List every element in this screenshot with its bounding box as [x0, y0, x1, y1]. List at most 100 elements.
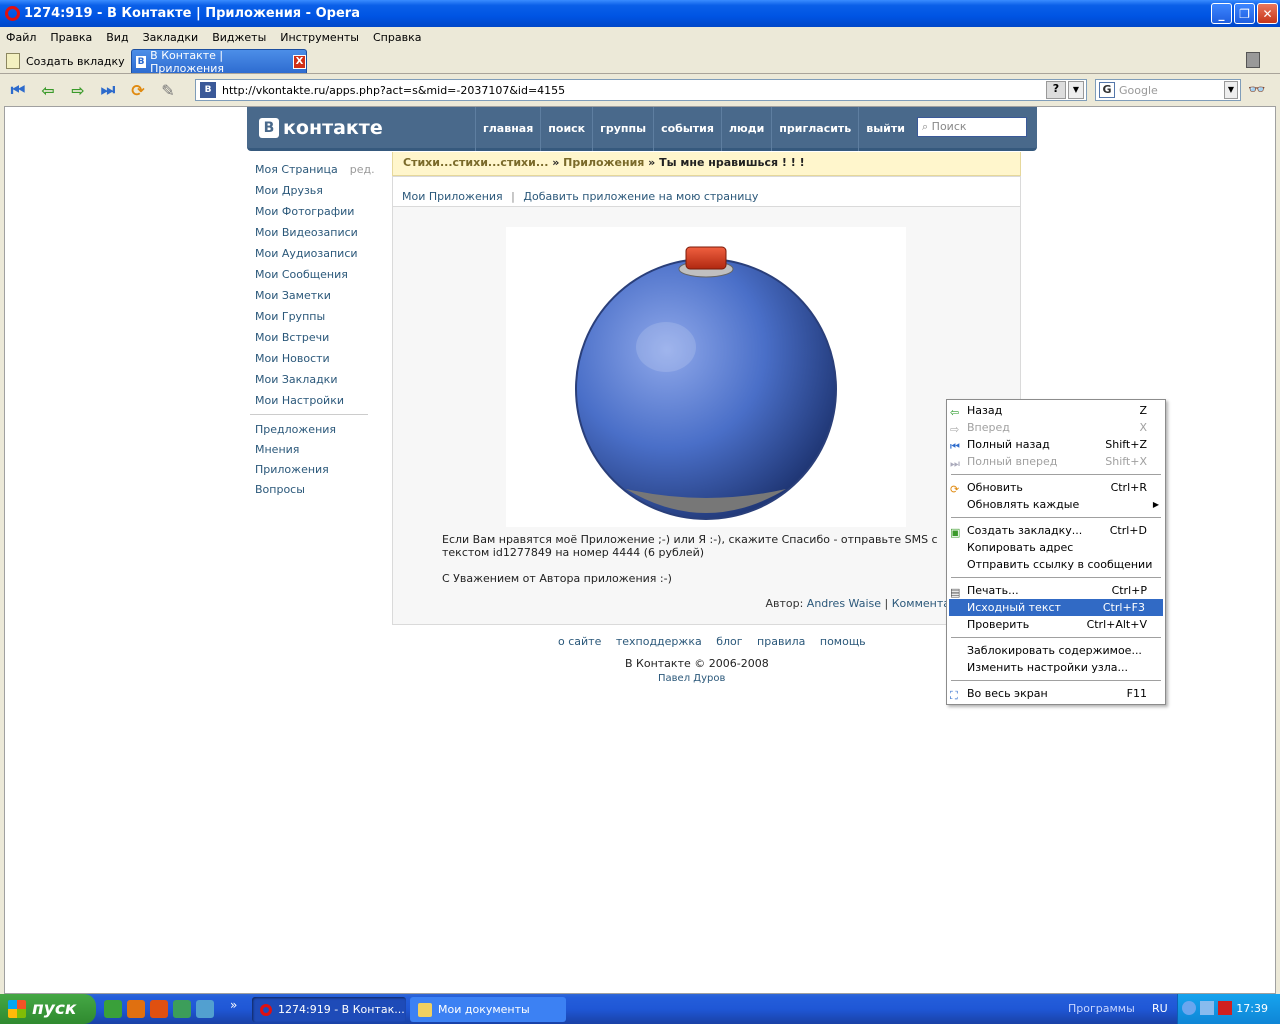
durov-link[interactable]: Павел Дуров	[658, 673, 725, 684]
menu-help[interactable]: Справка	[373, 31, 421, 44]
vk-logo[interactable]: В контакте	[259, 117, 383, 139]
footer-about[interactable]: о сайте	[558, 635, 601, 648]
ctx-rewind[interactable]: ⏮ Полный назад Shift+Z	[947, 436, 1165, 453]
left-menu-item[interactable]: Мои Аудиозаписи	[255, 246, 375, 267]
footer-support[interactable]: техподдержка	[616, 635, 702, 648]
reload-icon[interactable]: ⟳	[126, 78, 150, 102]
title-bar[interactable]: 1274:919 - В Контакте | Приложения - Ope…	[0, 0, 1280, 27]
ctx-reload-every[interactable]: Обновлять каждые ▶	[947, 496, 1165, 513]
ctx-back[interactable]: ⇦ Назад Z	[947, 402, 1165, 419]
left-menu-item[interactable]: Предложения	[255, 423, 375, 443]
add-app-link[interactable]: Добавить приложение на мою страницу	[523, 190, 758, 203]
menu-tools[interactable]: Инструменты	[280, 31, 359, 44]
menu-file[interactable]: Файл	[6, 31, 36, 44]
nav-invite[interactable]: пригласить	[771, 107, 858, 151]
left-menu-item[interactable]: Вопросы	[255, 483, 375, 503]
menu-view[interactable]: Вид	[106, 31, 128, 44]
quicklaunch-mail-icon[interactable]	[150, 1000, 168, 1018]
tab-close-icon[interactable]: X	[292, 54, 306, 69]
breadcrumb-user[interactable]: Стихи...стихи...стихи...	[403, 156, 548, 169]
menu-bookmarks[interactable]: Закладки	[143, 31, 199, 44]
left-menu-item[interactable]: Мои Настройки	[255, 393, 375, 414]
forward-icon[interactable]: ⇨	[66, 78, 90, 102]
left-menu-item[interactable]: Моя Страница ред.	[255, 162, 375, 183]
close-button[interactable]: ✕	[1257, 3, 1278, 24]
google-icon[interactable]: G	[1099, 82, 1115, 98]
taskbar-documents[interactable]: Мои документы	[410, 997, 566, 1022]
clock[interactable]: 17:39	[1236, 1002, 1268, 1015]
ctx-copy-address[interactable]: Копировать адрес	[947, 539, 1165, 556]
quicklaunch-chevron-icon[interactable]: »	[230, 998, 237, 1012]
zoom-glasses-icon[interactable]: 👓	[1248, 82, 1265, 98]
network-icon[interactable]	[1200, 1001, 1214, 1015]
new-tab-button[interactable]: Создать вкладку	[6, 49, 126, 73]
fast-forward-icon[interactable]: ⏭	[96, 78, 120, 102]
app-canvas[interactable]	[506, 227, 906, 527]
left-menu-item[interactable]: Мои Сообщения	[255, 267, 375, 288]
left-menu-item[interactable]: Мои Заметки	[255, 288, 375, 309]
ctx-print[interactable]: ▤ Печать... Ctrl+P	[947, 582, 1165, 599]
ctx-reload[interactable]: ⟳ Обновить Ctrl+R	[947, 479, 1165, 496]
edit-icon[interactable]: ✎	[156, 78, 180, 102]
menu-edit[interactable]: Правка	[50, 31, 92, 44]
taskbar-opera[interactable]: 1274:919 - В Контак...	[252, 997, 406, 1022]
nav-groups[interactable]: группы	[592, 107, 653, 151]
nav-logout[interactable]: выйти	[858, 107, 912, 151]
search-dropdown-icon[interactable]: ▼	[1224, 81, 1238, 99]
ball-image[interactable]	[506, 227, 906, 527]
comments-link[interactable]: Коммента	[892, 597, 950, 610]
url-text[interactable]: http://vkontakte.ru/apps.php?act=s&mid=-…	[222, 84, 565, 97]
left-menu-item[interactable]: Приложения	[255, 463, 375, 483]
address-dropdown-icon[interactable]: ▼	[1068, 81, 1084, 99]
ctx-block-content[interactable]: Заблокировать содержимое...	[947, 642, 1165, 659]
left-menu-item[interactable]: Мои Фотографии	[255, 204, 375, 225]
quicklaunch-app-icon[interactable]	[196, 1000, 214, 1018]
nav-home[interactable]: главная	[475, 107, 540, 151]
ctx-site-prefs[interactable]: Изменить настройки узла...	[947, 659, 1165, 676]
quicklaunch-app-icon[interactable]	[127, 1000, 145, 1018]
tray-expand-icon[interactable]	[1182, 1001, 1196, 1015]
back-icon[interactable]: ⇦	[36, 78, 60, 102]
maximize-button[interactable]: ❐	[1234, 3, 1255, 24]
ctx-fullscreen[interactable]: ⛶ Во весь экран F11	[947, 685, 1165, 702]
author-link[interactable]: Andres Waise	[807, 597, 881, 610]
footer-blog[interactable]: блог	[716, 635, 742, 648]
rewind-icon[interactable]: ⏮	[6, 78, 30, 102]
programs-label[interactable]: Программы	[1068, 1002, 1135, 1015]
left-menu-item[interactable]: Мои Встречи	[255, 330, 375, 351]
footer-help[interactable]: помощь	[820, 635, 866, 648]
quicklaunch-app-icon[interactable]	[104, 1000, 122, 1018]
footer-rules[interactable]: правила	[757, 635, 805, 648]
nav-people[interactable]: люди	[720, 107, 771, 151]
my-apps-link[interactable]: Мои Приложения	[402, 190, 503, 203]
antivirus-icon[interactable]	[1218, 1001, 1232, 1015]
ctx-bookmark[interactable]: ▣ Создать закладку... Ctrl+D	[947, 522, 1165, 539]
address-bar[interactable]: В http://vkontakte.ru/apps.php?act=s&mid…	[195, 79, 1087, 101]
ctx-validate[interactable]: Проверить Ctrl+Alt+V	[947, 616, 1165, 633]
left-menu-item[interactable]: Мои Закладки	[255, 372, 375, 393]
quicklaunch-app-icon[interactable]	[173, 1000, 191, 1018]
nav-search[interactable]: поиск	[540, 107, 592, 151]
ctx-view-source[interactable]: Исходный текст Ctrl+F3	[949, 599, 1163, 616]
left-menu-item[interactable]: Мои Друзья	[255, 183, 375, 204]
nav-events[interactable]: события	[653, 107, 721, 151]
vk-logo-text: контакте	[283, 117, 383, 139]
left-menu-item[interactable]: Мнения	[255, 443, 375, 463]
trash-icon[interactable]	[1246, 52, 1260, 68]
left-menu-item[interactable]: Мои Видеозаписи	[255, 225, 375, 246]
left-menu-item[interactable]: Мои Группы	[255, 309, 375, 330]
ctx-send-link[interactable]: Отправить ссылку в сообщении	[947, 556, 1165, 573]
minimize-button[interactable]: _	[1211, 3, 1232, 24]
language-indicator[interactable]: RU	[1152, 1002, 1168, 1015]
my-page-link[interactable]: Моя Страница	[255, 163, 338, 176]
search-input[interactable]: G Google ▼	[1095, 79, 1241, 101]
sms-text: Если Вам нравятся моё Приложение ;-) или…	[442, 533, 938, 559]
left-menu-item[interactable]: Мои Новости	[255, 351, 375, 372]
edit-link[interactable]: ред.	[350, 163, 375, 176]
menu-widgets[interactable]: Виджеты	[212, 31, 266, 44]
site-info-icon[interactable]: ?	[1046, 81, 1066, 99]
tab-vkontakte[interactable]: В В Контакте | Приложения X	[131, 49, 307, 75]
breadcrumb-apps[interactable]: Приложения	[563, 156, 644, 169]
start-button[interactable]: пуск	[0, 994, 96, 1024]
vk-search-input[interactable]: ⌕ Поиск	[917, 117, 1027, 137]
